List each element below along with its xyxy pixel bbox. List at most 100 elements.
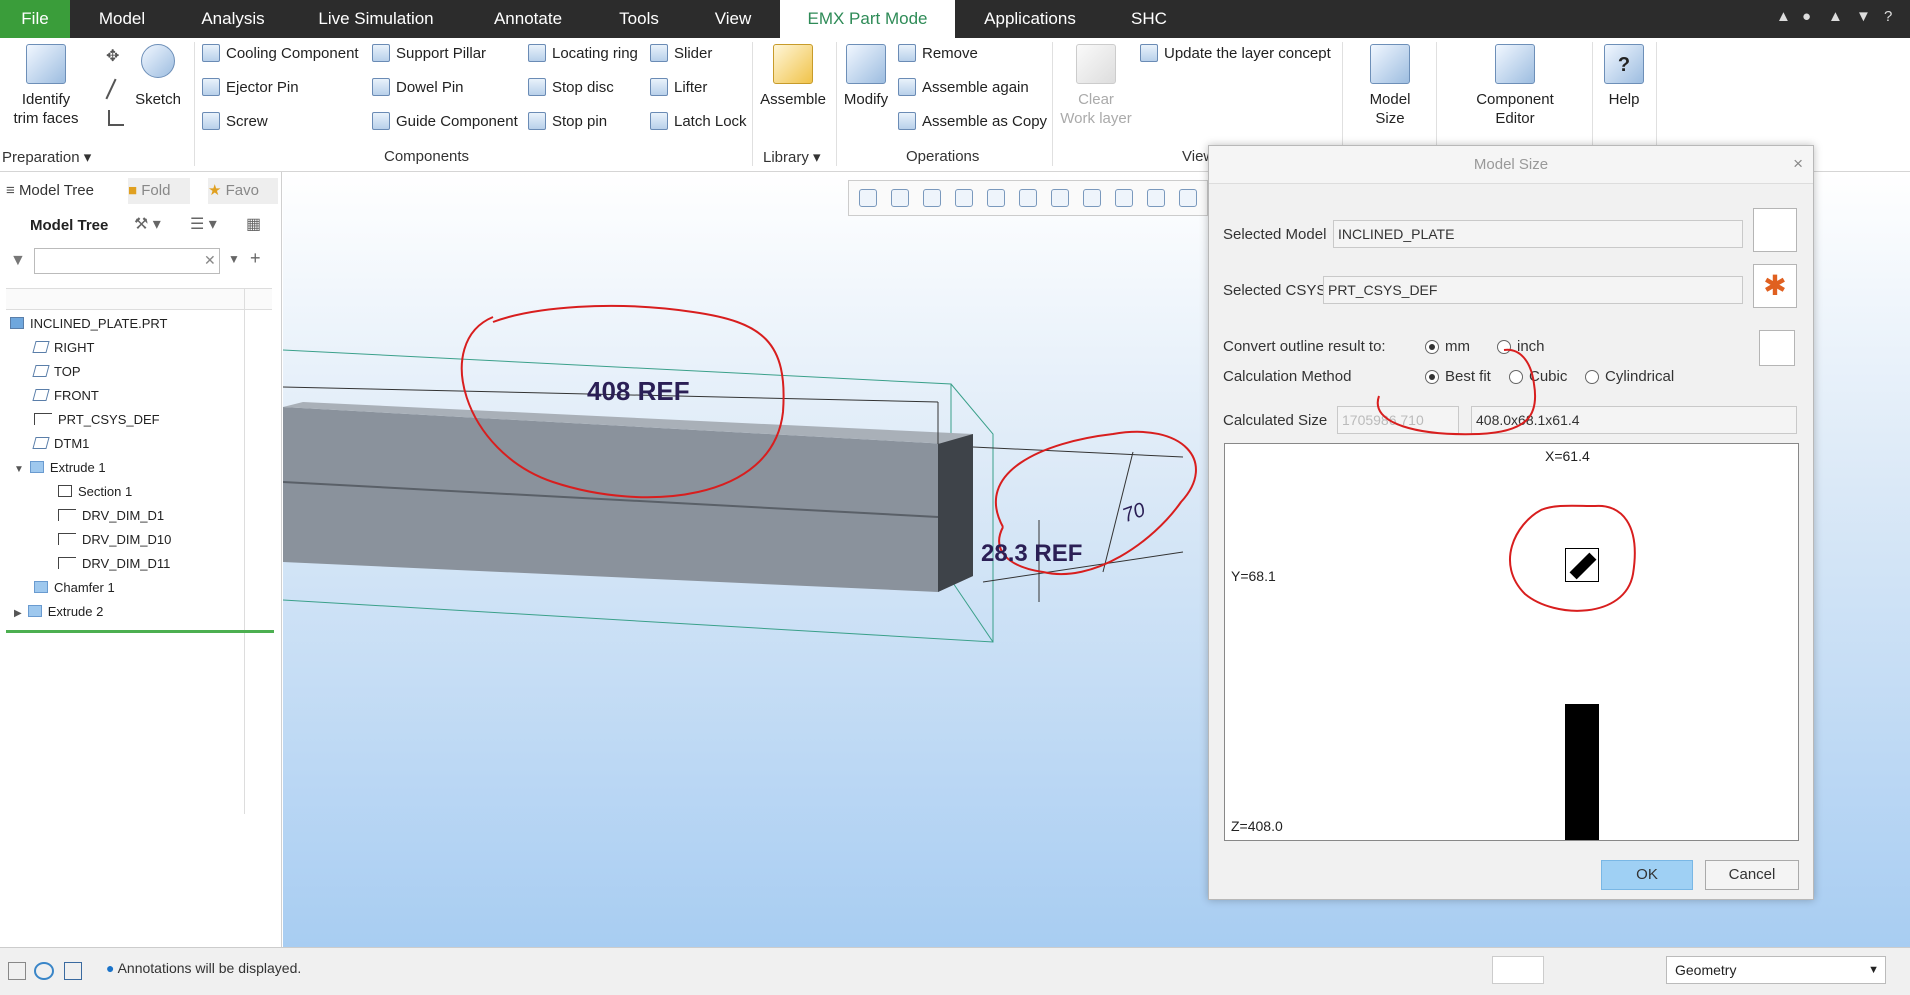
ejector-pin-button[interactable]: Ejector Pin <box>202 78 299 96</box>
close-icon[interactable]: × <box>1793 154 1803 174</box>
select-csys-icon[interactable]: ✱ <box>1753 264 1797 308</box>
tab-live-simulation[interactable]: Live Simulation <box>306 0 446 38</box>
fullscreen-icon[interactable] <box>64 962 82 980</box>
tab-model[interactable]: Model <box>82 0 162 38</box>
tab-file[interactable]: File <box>0 0 70 38</box>
chevron-down-icon[interactable]: ▼ <box>1856 8 1871 25</box>
show-icon[interactable]: ☰ ▾ <box>190 214 217 234</box>
tab-favorites[interactable]: ★ Favo <box>208 178 278 204</box>
view-manager-icon[interactable] <box>1051 189 1069 207</box>
assemble-again-button[interactable]: Assemble again <box>898 78 1029 96</box>
tree-item-top[interactable]: TOP <box>32 361 81 383</box>
method-cylindrical-radio[interactable]: Cylindrical <box>1585 368 1674 385</box>
tab-annotate[interactable]: Annotate <box>478 0 578 38</box>
tab-shc[interactable]: SHC <box>1118 0 1180 38</box>
find-icon[interactable] <box>1492 956 1544 984</box>
tree-item-section-1[interactable]: Section 1 <box>58 481 132 503</box>
search-dropdown-icon[interactable]: ▼ <box>228 252 240 266</box>
dim-28-3-ref[interactable]: 28.3 REF <box>981 540 1082 568</box>
selected-csys-field[interactable]: PRT_CSYS_DEF <box>1323 276 1743 304</box>
latch-lock-button[interactable]: Latch Lock <box>650 112 747 130</box>
datum-display-icon[interactable] <box>1147 189 1165 207</box>
point-icon[interactable]: ✥ <box>106 46 119 66</box>
modify-button[interactable]: Modify <box>838 44 894 109</box>
lifter-button[interactable]: Lifter <box>650 78 707 96</box>
support-pillar-button[interactable]: Support Pillar <box>372 44 486 62</box>
library-group-label[interactable]: Library ▾ <box>763 148 821 166</box>
filter-icon[interactable]: ▼ <box>10 252 26 270</box>
model-size-button[interactable]: Model Size <box>1348 44 1432 128</box>
component-editor-button[interactable]: Component Editor <box>1440 44 1590 128</box>
tab-emx-part-mode[interactable]: EMX Part Mode <box>780 0 955 38</box>
section-icon[interactable] <box>1115 189 1133 207</box>
zoom-out-icon[interactable] <box>923 189 941 207</box>
info-table-icon[interactable] <box>1759 330 1795 366</box>
remove-button[interactable]: Remove <box>898 44 978 62</box>
tree-item-front[interactable]: FRONT <box>32 385 99 407</box>
repaint-icon[interactable] <box>955 189 973 207</box>
preparation-group-label[interactable]: Preparation ▾ <box>2 148 91 166</box>
cooling-component-button[interactable]: Cooling Component <box>202 44 359 62</box>
tab-model-tree[interactable]: ≡ Model Tree <box>6 178 124 204</box>
saved-orientations-icon[interactable] <box>1019 189 1037 207</box>
locating-ring-button[interactable]: Locating ring <box>528 44 638 62</box>
tree-item-csys[interactable]: PRT_CSYS_DEF <box>34 409 160 431</box>
expand-icon[interactable]: ▼ <box>14 464 24 475</box>
settings-icon[interactable]: ⚒ ▾ <box>134 214 161 234</box>
graduation-cap-icon[interactable]: ▲ <box>1828 8 1843 25</box>
browser-toggle-icon[interactable] <box>34 962 54 980</box>
tree-item-right[interactable]: RIGHT <box>32 337 94 359</box>
ok-button[interactable]: OK <box>1601 860 1693 890</box>
tree-item-drv-dim-d1[interactable]: DRV_DIM_D1 <box>58 505 164 527</box>
tree-toggle-icon[interactable] <box>8 962 26 980</box>
selected-model-field[interactable]: INCLINED_PLATE <box>1333 220 1743 248</box>
display-style-icon[interactable] <box>987 189 1005 207</box>
assemble-button[interactable]: Assemble <box>756 44 830 109</box>
tab-tools[interactable]: Tools <box>604 0 674 38</box>
tab-analysis[interactable]: Analysis <box>190 0 276 38</box>
screw-button[interactable]: Screw <box>202 112 268 130</box>
model-tree-header: Model Tree <box>30 217 109 234</box>
tree-item-drv-dim-d10[interactable]: DRV_DIM_D10 <box>58 529 171 551</box>
guide-component-button[interactable]: Guide Component <box>372 112 518 130</box>
annotation-display-icon[interactable] <box>1179 189 1197 207</box>
tab-view[interactable]: View <box>700 0 766 38</box>
tree-item-chamfer-1[interactable]: Chamfer 1 <box>34 577 115 599</box>
refit-icon[interactable] <box>859 189 877 207</box>
dim-408-ref[interactable]: 408 REF <box>587 376 690 407</box>
perspective-icon[interactable] <box>1083 189 1101 207</box>
user-icon[interactable]: ● <box>1802 8 1811 25</box>
slider-button[interactable]: Slider <box>650 44 712 62</box>
stop-disc-button[interactable]: Stop disc <box>528 78 614 96</box>
help-icon[interactable]: ? <box>1884 8 1892 25</box>
tree-search-input[interactable] <box>34 248 220 274</box>
filter-tree-icon[interactable]: ▦ <box>246 214 261 234</box>
help-button[interactable]: ? Help <box>1596 44 1652 109</box>
sketch-button[interactable]: Sketch <box>132 44 184 109</box>
tree-item-drv-dim-d11[interactable]: DRV_DIM_D11 <box>58 553 170 575</box>
cancel-button[interactable]: Cancel <box>1705 860 1799 890</box>
csys-icon[interactable] <box>108 110 124 126</box>
tree-item-extrude-2[interactable]: ▶ Extrude 2 <box>14 601 103 623</box>
line-icon[interactable] <box>105 78 117 100</box>
update-layer-concept-button[interactable]: Update the layer concept <box>1140 44 1331 62</box>
clear-search-icon[interactable]: ✕ <box>204 252 216 269</box>
tree-item-inclined-plate[interactable]: INCLINED_PLATE.PRT <box>10 313 168 335</box>
stop-pin-button[interactable]: Stop pin <box>528 112 607 130</box>
part-icon <box>10 317 24 329</box>
add-icon[interactable]: + <box>250 248 261 269</box>
tab-applications[interactable]: Applications <box>968 0 1092 38</box>
dowel-pin-button[interactable]: Dowel Pin <box>372 78 464 96</box>
tree-item-extrude-1[interactable]: ▼ Extrude 1 <box>14 457 106 479</box>
selection-filter-dropdown[interactable]: Geometry ▼ <box>1666 956 1886 984</box>
identify-trim-faces-button[interactable]: Identify trim faces <box>8 44 84 128</box>
insert-marker[interactable] <box>6 630 274 633</box>
zoom-in-icon[interactable] <box>891 189 909 207</box>
select-model-icon[interactable] <box>1753 208 1797 252</box>
tab-folder[interactable]: ■ Fold <box>128 178 190 204</box>
chevron-up-icon[interactable]: ▲ <box>1776 8 1791 25</box>
assemble-as-copy-button[interactable]: Assemble as Copy <box>898 112 1047 130</box>
clear-work-layer-button[interactable]: Clear Work layer <box>1056 44 1136 128</box>
expand-icon[interactable]: ▶ <box>14 608 22 619</box>
tree-item-dtm1[interactable]: DTM1 <box>32 433 89 455</box>
